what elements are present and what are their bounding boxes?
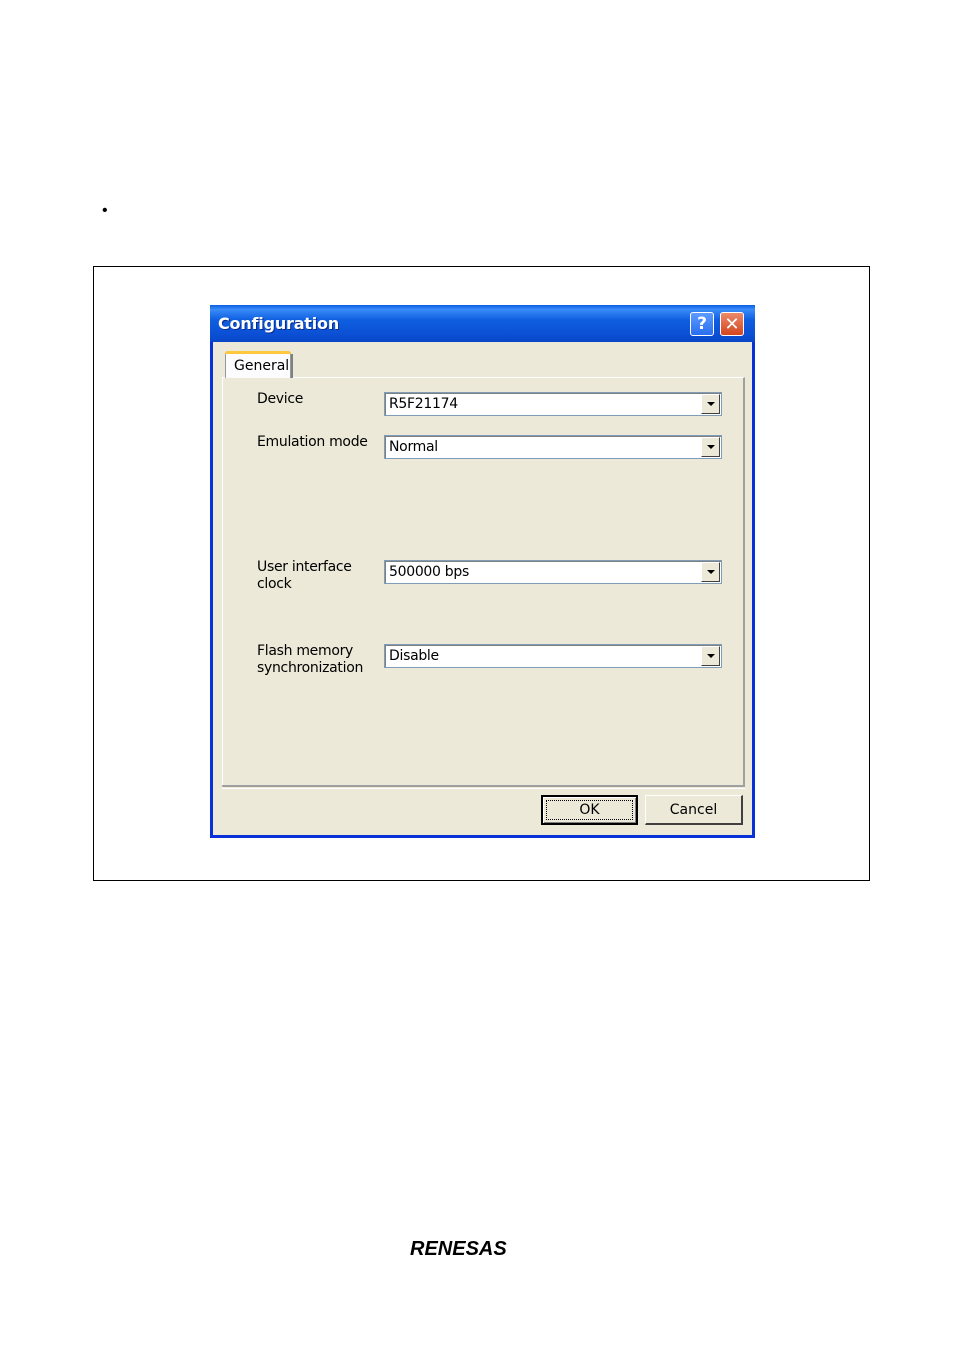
emulation-mode-label: Emulation mode xyxy=(257,434,368,450)
close-button[interactable]: ✕ xyxy=(720,312,744,336)
emulation-mode-select[interactable]: Normal xyxy=(384,435,722,459)
device-dropdown-button[interactable] xyxy=(701,394,720,414)
device-label: Device xyxy=(257,391,304,407)
focus-rectangle xyxy=(546,800,633,820)
ok-button[interactable]: OK xyxy=(541,795,638,825)
flash-sync-value: Disable xyxy=(389,648,439,664)
tab-general[interactable]: General xyxy=(225,351,293,378)
ui-clock-label-line2: clock xyxy=(257,576,292,592)
renesas-logo: RENESAS xyxy=(410,1238,556,1262)
bullet-point: • xyxy=(102,202,108,219)
ui-clock-select[interactable]: 500000 bps xyxy=(384,560,722,584)
flash-sync-select[interactable]: Disable xyxy=(384,644,722,668)
chevron-down-icon xyxy=(706,654,715,658)
close-icon: ✕ xyxy=(724,313,740,335)
logo-text: RENESAS xyxy=(410,1238,507,1260)
ui-clock-value: 500000 bps xyxy=(389,564,469,580)
ui-clock-label: User interface clock xyxy=(257,559,352,593)
device-value: R5F21174 xyxy=(389,396,458,412)
dialog-titlebar[interactable]: Configuration ? ✕ xyxy=(210,305,755,342)
chevron-down-icon xyxy=(706,445,715,449)
chevron-down-icon xyxy=(706,402,715,406)
ui-clock-dropdown-button[interactable] xyxy=(701,562,720,582)
cancel-button-label: Cancel xyxy=(669,801,718,818)
tab-panel-general: Device R5F21174 Emulation mode Normal Us… xyxy=(222,377,745,787)
flash-sync-label: Flash memory synchronization xyxy=(257,643,363,677)
flash-sync-dropdown-button[interactable] xyxy=(701,646,720,666)
emulation-mode-dropdown-button[interactable] xyxy=(701,437,720,457)
configuration-dialog: Configuration ? ✕ Device R5F21174 Emulat… xyxy=(210,305,755,838)
chevron-down-icon xyxy=(706,570,715,574)
emulation-mode-value: Normal xyxy=(389,439,438,455)
tab-general-label: General xyxy=(234,358,290,374)
divider xyxy=(222,785,745,789)
ui-clock-label-line1: User interface xyxy=(257,559,352,575)
cancel-button[interactable]: Cancel xyxy=(645,795,743,825)
device-select[interactable]: R5F21174 xyxy=(384,392,722,416)
dialog-title: Configuration xyxy=(218,314,340,333)
help-icon: ? xyxy=(697,314,707,334)
help-button[interactable]: ? xyxy=(690,312,714,336)
flash-sync-label-line2: synchronization xyxy=(257,660,364,676)
flash-sync-label-line1: Flash memory xyxy=(257,643,354,659)
